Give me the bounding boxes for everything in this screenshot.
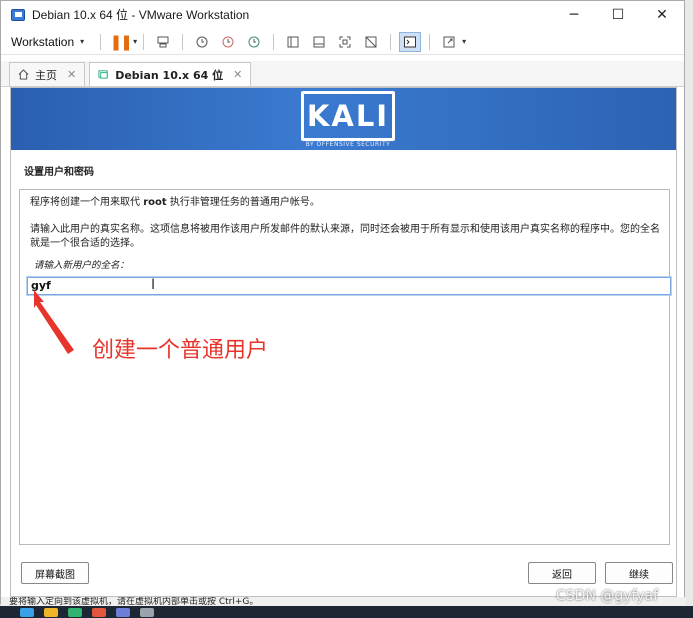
toolbar: Workstation ▾ ❚❚ ▾ ▾	[1, 29, 684, 55]
vmware-app-icon	[11, 8, 25, 21]
vm-icon	[98, 70, 108, 79]
unity-icon	[365, 36, 377, 47]
vmware-window: Debian 10.x 64 位 - VMware Workstation ─ …	[0, 0, 686, 607]
taskbar-app-icon[interactable]	[68, 607, 82, 617]
chevron-down-icon: ▾	[80, 37, 85, 46]
toolbar-divider	[429, 33, 431, 50]
description-text: 请输入此用户的真实名称。这项信息将被用作该用户所发邮件的默认来源，同时还会被用于…	[30, 224, 660, 249]
kali-banner: KALI BY OFFENSIVE SECURITY	[11, 88, 676, 150]
manage-clock-icon	[248, 36, 260, 47]
toolbar-divider	[182, 33, 184, 50]
taskbar-app-icon[interactable]	[116, 607, 130, 617]
csdn-watermark: CSDN @gyfyaf	[556, 588, 659, 604]
unity-button[interactable]	[360, 32, 382, 52]
title-bar: Debian 10.x 64 位 - VMware Workstation ─ …	[1, 1, 684, 28]
tab-debian[interactable]: Debian 10.x 64 位 ✕	[89, 62, 252, 86]
section-title: 设置用户和密码	[24, 167, 94, 178]
stretch-button[interactable]	[438, 32, 460, 52]
console-view-button[interactable]	[399, 31, 422, 52]
window-title: Debian 10.x 64 位 - VMware Workstation	[32, 8, 250, 22]
fullscreen-icon	[339, 36, 351, 47]
home-icon	[18, 69, 29, 80]
close-button[interactable]: ✕	[640, 1, 684, 28]
screenshot-button[interactable]: 屏幕截图	[21, 562, 89, 584]
toolbar-divider	[390, 33, 392, 50]
window-controls: ─ ☐ ✕	[552, 1, 684, 28]
intro-text-post: 执行非管理任务的普通用户帐号。	[169, 197, 320, 208]
desktop-right-edge	[684, 0, 693, 618]
kali-logo-text: KALI	[306, 99, 390, 133]
pause-icon: ❚❚	[109, 32, 133, 51]
close-icon[interactable]: ✕	[233, 68, 242, 81]
tab-home-label: 主页	[35, 68, 57, 82]
intro-root: root	[143, 197, 167, 208]
taskbar-app-icon[interactable]	[92, 607, 106, 617]
show-library-button[interactable]	[282, 32, 304, 52]
thumbnail-layout-icon	[313, 36, 325, 47]
maximize-button[interactable]: ☐	[596, 1, 640, 28]
kali-logo-subtitle: BY OFFENSIVE SECURITY	[305, 141, 391, 148]
taskbar-app-icon[interactable]	[20, 607, 34, 617]
send-ctrl-alt-del-button[interactable]	[152, 32, 174, 52]
text-cursor-icon: I	[151, 277, 156, 293]
full-name-label: 请输入新用户的全名：	[34, 260, 130, 271]
toolbar-divider	[273, 33, 275, 50]
vm-console[interactable]: KALI BY OFFENSIVE SECURITY 设置用户和密码 程序将创建…	[10, 87, 677, 597]
show-thumbnail-button[interactable]	[308, 32, 330, 52]
keyboard-icon	[157, 36, 169, 47]
back-button[interactable]: 返回	[528, 562, 596, 584]
toolbar-divider	[143, 33, 145, 50]
full-name-input[interactable]: gyf	[27, 277, 671, 295]
expand-icon	[443, 36, 455, 47]
workstation-menu-label: Workstation	[11, 34, 75, 49]
intro-text-pre: 程序将创建一个用来取代	[30, 197, 140, 208]
pause-button[interactable]: ❚❚	[109, 32, 133, 52]
continue-button[interactable]: 继续	[605, 562, 673, 584]
full-screen-button[interactable]	[334, 32, 356, 52]
intro-text: 程序将创建一个用来取代 root 执行非管理任务的普通用户帐号。	[30, 196, 660, 210]
chevron-down-icon[interactable]: ▾	[133, 37, 137, 46]
clock-icon	[196, 36, 208, 47]
snapshot-button[interactable]	[191, 32, 213, 52]
minimize-button[interactable]: ─	[552, 1, 596, 28]
installer-panel: 程序将创建一个用来取代 root 执行非管理任务的普通用户帐号。 请输入此用户的…	[19, 189, 671, 545]
revert-clock-icon	[222, 36, 234, 47]
snapshot-manager-button[interactable]	[243, 32, 265, 52]
terminal-icon	[404, 36, 417, 47]
taskbar	[0, 606, 693, 618]
taskbar-app-icon[interactable]	[140, 607, 154, 617]
kali-logo: KALI	[301, 91, 395, 141]
taskbar-app-icon[interactable]	[44, 607, 58, 617]
annotation-text: 创建一个普通用户	[92, 338, 269, 363]
tab-bar: 主页 ✕ Debian 10.x 64 位 ✕	[1, 61, 684, 87]
close-icon[interactable]: ✕	[67, 68, 76, 81]
workstation-menu[interactable]: Workstation ▾	[11, 35, 84, 49]
revert-snapshot-button[interactable]	[217, 32, 239, 52]
toolbar-divider	[100, 33, 102, 50]
red-arrow-icon	[34, 290, 74, 354]
sidebar-layout-icon	[287, 36, 299, 47]
chevron-down-icon[interactable]: ▾	[462, 37, 466, 46]
tab-debian-label: Debian 10.x 64 位	[115, 68, 224, 82]
tab-home[interactable]: 主页 ✕	[9, 62, 86, 86]
